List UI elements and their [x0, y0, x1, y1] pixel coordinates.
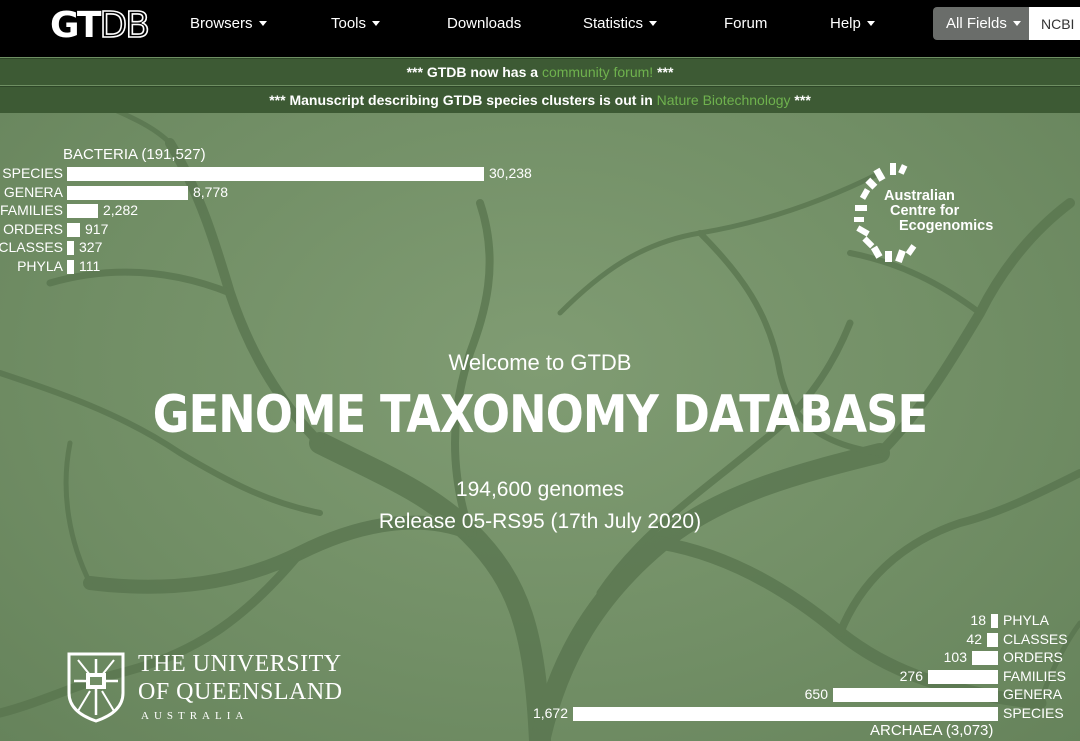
- bacteria-row-label: ORDERS: [3, 220, 63, 237]
- bacteria-row-label: SPECIES: [2, 165, 63, 181]
- nav-downloads-label: Downloads: [447, 15, 522, 32]
- nav-forum-label: Forum: [724, 15, 768, 32]
- bacteria-row-label: FAMILIES: [0, 202, 63, 218]
- nav-help[interactable]: Help: [830, 0, 875, 48]
- nav-forum[interactable]: Forum: [724, 0, 767, 48]
- announcement-text: ***: [653, 64, 674, 80]
- nav-browsers[interactable]: Browsers: [190, 0, 267, 48]
- logo-gt: GT: [50, 5, 102, 46]
- caret-down-icon: [866, 20, 875, 26]
- caret-down-icon: [649, 20, 658, 26]
- archaea-label: ARCHAEA (3,073): [870, 722, 994, 739]
- bacteria-bar: [67, 185, 188, 200]
- archaea-row-label: SPECIES: [1003, 704, 1064, 721]
- bacteria-row-label: PHYLA: [17, 257, 63, 274]
- nav-browsers-label: Browsers: [190, 15, 253, 32]
- archaea-bar: [928, 669, 998, 684]
- bacteria-bar: [67, 204, 98, 218]
- archaea-bar: [987, 632, 998, 647]
- bacteria-bar-value: 917: [85, 220, 109, 237]
- archaea-bar: [991, 614, 998, 628]
- ace-line2: Centre for: [890, 203, 960, 219]
- archaea-bar-value: 42: [966, 630, 982, 647]
- search-input[interactable]: [1029, 7, 1080, 40]
- announcement-forum: *** GTDB now has a community forum! ***: [0, 58, 1080, 85]
- bacteria-row-label: CLASSES: [0, 239, 63, 255]
- archaea-bar: [573, 706, 998, 721]
- search-field-select-label: All Fields: [946, 15, 1007, 32]
- announcement-manuscript: *** Manuscript describing GTDB species c…: [0, 86, 1080, 113]
- uq-line2: OF QUEENSLAND: [138, 679, 343, 705]
- archaea-bar-value: 650: [804, 686, 828, 702]
- caret-down-icon: [1012, 20, 1021, 26]
- bacteria-bar-value: 2,282: [103, 202, 139, 218]
- archaea-row-label: FAMILIES: [1003, 667, 1067, 684]
- nav-help-label: Help: [830, 15, 861, 32]
- navbar: GT DB Browsers Tools Downloads Statistics…: [0, 0, 1080, 57]
- nav-tools-label: Tools: [331, 15, 367, 32]
- archaea-bar-value: 1,672: [532, 704, 568, 721]
- uq-line1: THE UNIVERSITY: [138, 651, 342, 677]
- gtdb-logo[interactable]: GT DB: [50, 5, 151, 47]
- archaea-row-label: CLASSES: [1003, 630, 1068, 647]
- welcome-text: Welcome to GTDB: [448, 350, 632, 375]
- bacteria-bar: [67, 222, 80, 237]
- archaea-bar: [833, 688, 998, 702]
- genome-count: 194,600 genomes: [455, 478, 625, 501]
- archaea-bar-value: 103: [943, 649, 967, 665]
- bacteria-row-label: GENERA: [3, 183, 63, 200]
- uq-logo[interactable]: THE UNIVERSITY OF QUEENSLAND AUSTRALIA: [66, 651, 346, 723]
- nav-statistics-label: Statistics: [583, 15, 644, 32]
- ace-logo-text: Australian Centre for Ecogenomics: [884, 189, 993, 234]
- archaea-bar-value: 276: [899, 667, 923, 684]
- nav-statistics[interactable]: Statistics: [583, 0, 658, 48]
- caret-down-icon: [258, 20, 267, 26]
- announcement-text: ***: [790, 92, 811, 108]
- announcement-text: *** GTDB now has a: [406, 64, 542, 80]
- bacteria-bar-value: 111: [79, 257, 101, 274]
- release-info: Release 05-RS95 (17th July 2020): [378, 510, 702, 533]
- nav-tools[interactable]: Tools: [331, 0, 381, 48]
- archaea-bar: [972, 651, 998, 665]
- search-field-select[interactable]: All Fields: [933, 7, 1029, 40]
- community-forum-link[interactable]: community forum!: [542, 64, 653, 80]
- logo-db: DB: [99, 5, 151, 47]
- uq-line3: AUSTRALIA: [141, 710, 249, 722]
- archaea-row-label: PHYLA: [1003, 612, 1049, 628]
- caret-down-icon: [372, 20, 381, 26]
- ace-line1: Australian: [884, 188, 955, 204]
- ace-logo[interactable]: Australian Centre for Ecogenomics: [850, 161, 1020, 271]
- bacteria-bar-value: 8,778: [193, 183, 229, 200]
- bacteria-label: BACTERIA (191,527): [63, 146, 206, 163]
- bacteria-bar-value: 327: [79, 239, 103, 255]
- announcement-text: *** Manuscript describing GTDB species c…: [269, 92, 657, 108]
- bacteria-bar: [67, 241, 74, 255]
- nature-biotechnology-link[interactable]: Nature Biotechnology: [657, 92, 791, 108]
- nav-downloads[interactable]: Downloads: [447, 0, 521, 48]
- ace-line3: Ecogenomics: [899, 218, 994, 234]
- page-title: GENOME TAXONOMY DATABASE: [152, 385, 928, 445]
- uq-crest-icon: [67, 652, 125, 723]
- bacteria-bar-value: 30,238: [489, 165, 532, 181]
- archaea-row-label: ORDERS: [1003, 649, 1063, 665]
- archaea-row-label: GENERA: [1003, 686, 1063, 702]
- bacteria-bar: [67, 259, 74, 274]
- hero-section: BACTERIA (191,527) SPECIES 30,238 GENERA 8,…: [0, 113, 1080, 741]
- archaea-bar-value: 18: [970, 612, 986, 628]
- bacteria-bar: [67, 167, 484, 181]
